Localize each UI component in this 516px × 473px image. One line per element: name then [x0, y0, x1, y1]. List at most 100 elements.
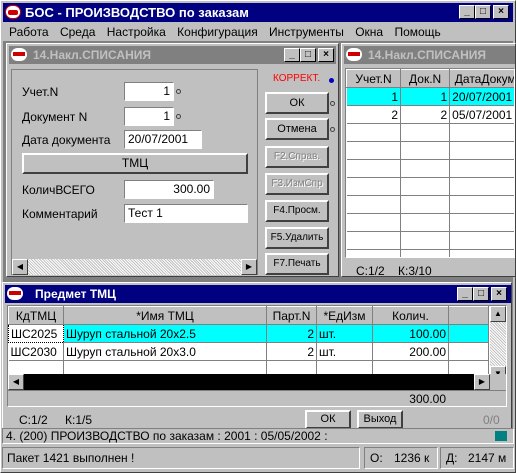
cell[interactable]: 2 — [346, 105, 402, 124]
tmc-grid: КдТМЦ *Имя ТМЦ Парт.N *ЕдИзм Колич. ШС20… — [8, 306, 489, 379]
cell[interactable]: 200.00 — [372, 342, 449, 361]
tmc-minimize-icon[interactable]: _ — [457, 287, 473, 301]
form-minimize-icon[interactable]: _ — [284, 48, 300, 62]
cell[interactable]: 100.00 — [372, 324, 449, 343]
mem-label: О: — [370, 451, 383, 465]
cell[interactable]: ШС2030 — [8, 342, 64, 361]
qty-label: КоличВСЕГО — [22, 183, 95, 197]
col-qty[interactable]: Колич. — [372, 306, 449, 325]
hscroll-left-icon[interactable]: ◀ — [8, 374, 24, 390]
tmc-hscrollbar[interactable]: ◀ ▶ — [8, 374, 506, 390]
status-line-text: 4. (200) ПРОИЗВОДСТВО по заказам : 2001 … — [6, 429, 328, 443]
form-titlebar[interactable]: 14.Накл.СПИСАНИЯ _ □ × — [9, 46, 336, 64]
mode-dot-icon — [329, 78, 334, 83]
form-panel: Учет.N 1 Документ N 1 Дата документа 20/… — [11, 69, 258, 275]
comment-field[interactable]: Тест 1 — [124, 204, 248, 223]
scroll-left-icon[interactable]: ◀ — [12, 259, 28, 275]
mode-indicator: КОРРЕКТ. — [273, 73, 321, 84]
grid-icon — [495, 431, 507, 441]
minimize-icon[interactable]: _ — [459, 5, 475, 19]
list-window: 14.Накл.СПИСАНИЯ Учет.N Док.N ДатаДокум … — [341, 43, 516, 278]
form-maximize-icon[interactable]: □ — [300, 48, 316, 62]
tmc-exit-button[interactable]: Выход — [357, 410, 403, 429]
tmc-counter: 0/0 — [483, 413, 500, 427]
ok-dot-icon — [330, 101, 335, 106]
total-qty: 300.00 — [409, 392, 446, 406]
form-window: 14.Накл.СПИСАНИЯ _ □ × Учет.N 1 Документ… — [6, 43, 339, 277]
col-name[interactable]: *Имя ТМЦ — [63, 306, 267, 325]
menu-help[interactable]: Помощь — [394, 25, 440, 39]
form-hscrollbar[interactable]: ◀ ▶ — [12, 259, 257, 275]
cell[interactable]: Шуруп стальной 20x3.0 — [63, 342, 267, 361]
menu-windows[interactable]: Окна — [355, 25, 383, 39]
menu-work[interactable]: Работа — [9, 25, 49, 39]
ok-button[interactable]: ОК — [265, 92, 329, 114]
table-row[interactable]: 1 1 20/07/2001 — [346, 87, 514, 106]
tmc-ok-button[interactable]: ОК — [305, 410, 351, 429]
comment-label: Комментарий — [22, 207, 98, 221]
tmc-titlebar[interactable]: Предмет ТМЦ _ □ × — [5, 285, 511, 303]
list-grid: Учет.N Док.N ДатаДокум Н 1 1 20/07/2001 … — [346, 69, 514, 257]
tmc-close-icon[interactable]: × — [491, 287, 507, 301]
tmc-button[interactable]: ТМЦ — [22, 153, 248, 174]
f7-button[interactable]: F7.Печать — [265, 253, 329, 275]
form-title: 14.Накл.СПИСАНИЯ — [33, 48, 151, 62]
cell[interactable]: 1 — [400, 87, 451, 106]
cell[interactable]: 2 — [266, 324, 317, 343]
cancel-button[interactable]: Отмена — [265, 118, 329, 140]
table-row[interactable]: ШС2025 Шуруп стальной 20x2.5 2 шт. 100.0… — [8, 324, 489, 343]
hscroll-right-icon[interactable]: ▶ — [474, 374, 490, 390]
cell[interactable]: шт. — [316, 342, 373, 361]
doc-field[interactable]: 1 — [124, 107, 174, 126]
date-field[interactable]: 20/07/2001 — [124, 130, 202, 149]
cell[interactable]: 2 — [266, 342, 317, 361]
cell[interactable]: шт. — [316, 324, 373, 343]
table-row[interactable]: ШС2030 Шуруп стальной 20x3.0 2 шт. 200.0… — [8, 342, 489, 361]
cell[interactable]: 20/07/2001 — [449, 87, 514, 106]
scroll-track[interactable] — [28, 259, 241, 275]
col-doc[interactable]: Док.N — [400, 69, 451, 88]
list-titlebar[interactable]: 14.Накл.СПИСАНИЯ — [344, 46, 515, 64]
cell[interactable]: Шуруп стальной 20x2.5 — [63, 324, 267, 343]
doc-dot-icon — [176, 114, 181, 119]
menu-settings[interactable]: Настройка — [107, 25, 166, 39]
col-unit[interactable]: *ЕдИзм — [316, 306, 373, 325]
col-uchet[interactable]: Учет.N — [346, 69, 402, 88]
status-line-1: 4. (200) ПРОИЗВОДСТВО по заказам : 2001 … — [2, 428, 514, 444]
scroll-up-icon[interactable]: ▲ — [490, 306, 506, 322]
tmc-grid-box: КдТМЦ *Имя ТМЦ Парт.N *ЕдИзм Колич. ШС20… — [7, 305, 507, 407]
tmc-icon — [7, 287, 23, 300]
menu-config[interactable]: Конфигурация — [177, 25, 258, 39]
doc-label: Документ N — [22, 110, 88, 124]
main-title: БОС - ПРОИЗВОДСТВО по заказам — [25, 5, 249, 20]
main-titlebar[interactable]: БОС - ПРОИЗВОДСТВО по заказам _ □ × — [3, 3, 513, 22]
tmc-maximize-icon[interactable]: □ — [473, 287, 489, 301]
col-date[interactable]: ДатаДокум — [449, 69, 514, 88]
menu-env[interactable]: Среда — [60, 25, 95, 39]
f2-button[interactable]: F2.Справ. — [265, 146, 329, 168]
close-icon[interactable]: × — [493, 5, 509, 19]
f4-button[interactable]: F4.Просм. — [265, 200, 329, 222]
col-code[interactable]: КдТМЦ — [8, 306, 64, 325]
status-message: Пакет 1421 выполнен ! — [2, 447, 360, 469]
f3-button[interactable]: F3.ИзмСпр — [265, 173, 329, 195]
status-bar: Пакет 1421 выполнен ! О: 1236 к Д: 2147 … — [2, 447, 514, 471]
maximize-icon[interactable]: □ — [475, 5, 491, 19]
col-part[interactable]: Парт.N — [266, 306, 317, 325]
tmc-window: Предмет ТМЦ _ □ × КдТМЦ *Имя ТМЦ Парт.N … — [2, 282, 512, 430]
cell[interactable]: ШС2025 — [8, 324, 64, 343]
cell[interactable]: 1 — [346, 87, 402, 106]
menu-tools[interactable]: Инструменты — [269, 25, 344, 39]
form-close-icon[interactable]: × — [318, 48, 334, 62]
uchet-label: Учет.N — [22, 85, 59, 99]
vscroll-track[interactable] — [490, 322, 506, 366]
scroll-right-icon[interactable]: ▶ — [241, 259, 257, 275]
table-row[interactable]: 2 2 05/07/2001 — [346, 105, 514, 124]
cell[interactable]: 05/07/2001 — [449, 105, 514, 124]
qty-field[interactable]: 300.00 — [124, 180, 214, 199]
app-icon[interactable] — [5, 5, 21, 19]
uchet-field[interactable]: 1 — [124, 82, 174, 101]
list-icon — [346, 48, 362, 61]
cell[interactable]: 2 — [400, 105, 451, 124]
f5-button[interactable]: F5.Удалить — [265, 227, 329, 249]
